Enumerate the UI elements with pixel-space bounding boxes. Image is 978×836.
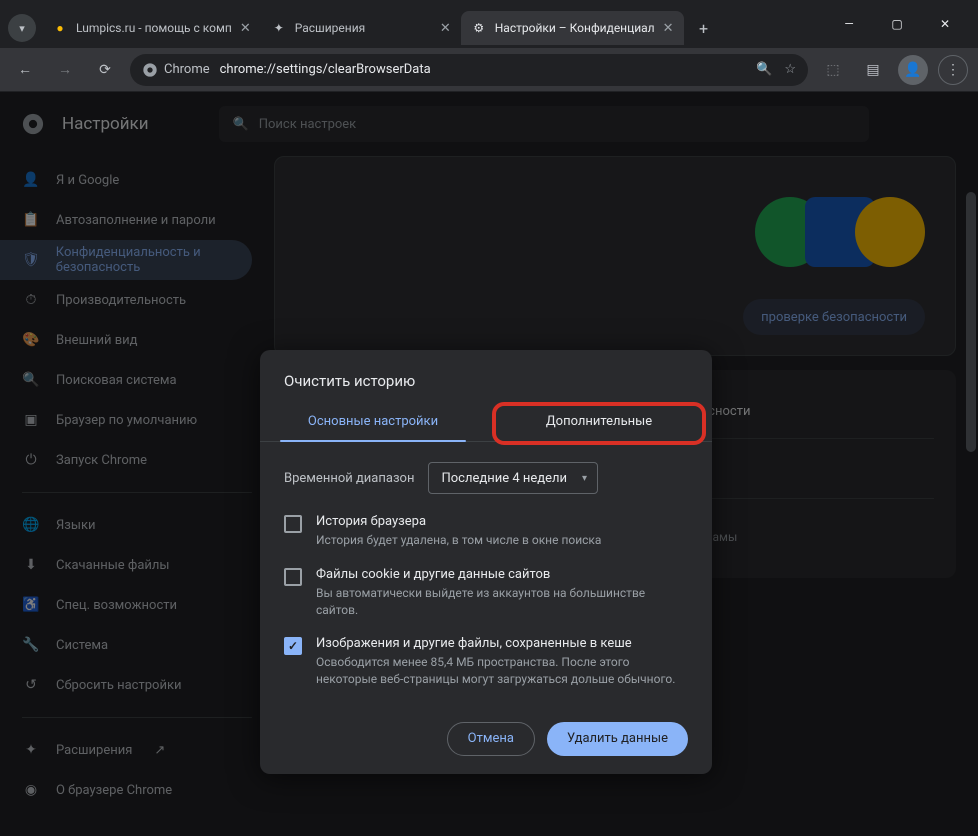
- tab-search-button[interactable]: ▾: [8, 14, 36, 42]
- site-chip-label: Chrome: [164, 62, 210, 77]
- tab-basic[interactable]: Основные настройки: [260, 404, 486, 441]
- cancel-button[interactable]: Отмена: [447, 722, 535, 756]
- tab-advanced[interactable]: Дополнительные: [486, 404, 712, 441]
- option-subtitle: Освободится менее 85,4 МБ пространства. …: [316, 654, 688, 688]
- delete-data-button[interactable]: Удалить данные: [547, 722, 688, 756]
- tab-extensions[interactable]: ✦ Расширения ✕: [261, 11, 461, 45]
- favicon-lumpics-icon: ●: [52, 20, 68, 36]
- chrome-icon: [142, 62, 158, 78]
- tab-close-icon[interactable]: ✕: [240, 21, 251, 36]
- checkbox[interactable]: [284, 637, 302, 655]
- option-title: Изображения и другие файлы, сохраненные …: [316, 636, 688, 651]
- tab-settings[interactable]: ⚙ Настройки – Конфиденциал ✕: [461, 11, 684, 45]
- clear-data-dialog: Очистить историю Основные настройки Допо…: [260, 350, 712, 774]
- time-range-label: Временной диапазон: [284, 471, 414, 486]
- tab-title: Lumpics.ru - помощь с комп: [76, 21, 232, 35]
- option-subtitle: Вы автоматически выйдете из аккаунтов на…: [316, 585, 688, 619]
- time-range-row: Временной диапазон Последние 4 недели: [284, 462, 688, 494]
- highlight-annotation: [492, 402, 706, 445]
- option-subtitle: История будет удалена, в том числе в окн…: [316, 532, 601, 549]
- tab-title: Расширения: [295, 21, 432, 35]
- reload-button[interactable]: ⟳: [90, 55, 120, 85]
- checkbox[interactable]: [284, 515, 302, 533]
- menu-button[interactable]: ⋮: [938, 55, 968, 85]
- favicon-ext-icon: ✦: [271, 20, 287, 36]
- dialog-tabs: Основные настройки Дополнительные: [260, 404, 712, 442]
- tab-close-icon[interactable]: ✕: [663, 21, 674, 36]
- favicon-settings-icon: ⚙: [471, 20, 487, 36]
- titlebar: ▾ ● Lumpics.ru - помощь с комп ✕ ✦ Расши…: [0, 0, 978, 48]
- address-bar[interactable]: Chrome chrome://settings/clearBrowserDat…: [130, 54, 808, 86]
- dialog-title: Очистить историю: [260, 350, 712, 404]
- checkbox-row-cache[interactable]: Изображения и другие файлы, сохраненные …: [284, 636, 688, 688]
- select-value: Последние 4 недели: [441, 471, 567, 486]
- window-controls: — ▢ ✕: [830, 9, 970, 39]
- back-button[interactable]: ←: [10, 55, 40, 85]
- checkbox[interactable]: [284, 568, 302, 586]
- bookmark-icon[interactable]: ☆: [784, 62, 796, 77]
- settings-page: Настройки 🔍 Поиск настроек 👤Я и Google 📋…: [0, 92, 978, 836]
- extensions-icon[interactable]: ⬚: [818, 55, 848, 85]
- tabs-row: ▾ ● Lumpics.ru - помощь с комп ✕ ✦ Расши…: [8, 3, 830, 45]
- time-range-select[interactable]: Последние 4 недели: [428, 462, 598, 494]
- tab-title: Настройки – Конфиденциал: [495, 21, 655, 35]
- minimize-button[interactable]: —: [830, 9, 868, 39]
- dialog-footer: Отмена Удалить данные: [260, 712, 712, 756]
- search-icon[interactable]: 🔍: [756, 62, 772, 77]
- option-title: История браузера: [316, 514, 601, 529]
- url-text: chrome://settings/clearBrowserData: [220, 62, 747, 77]
- tab-label: Основные настройки: [308, 414, 438, 429]
- new-tab-button[interactable]: +: [690, 14, 718, 42]
- browser-toolbar: ← → ⟳ Chrome chrome://settings/clearBrow…: [0, 48, 978, 92]
- side-panel-icon[interactable]: ▤: [858, 55, 888, 85]
- tab-lumpics[interactable]: ● Lumpics.ru - помощь с комп ✕: [42, 11, 261, 45]
- checkbox-row-cookies[interactable]: Файлы cookie и другие данные сайтов Вы ав…: [284, 567, 688, 619]
- close-window-button[interactable]: ✕: [926, 9, 964, 39]
- checkbox-row-history[interactable]: История браузера История будет удалена, в…: [284, 514, 688, 549]
- forward-button[interactable]: →: [50, 55, 80, 85]
- tab-close-icon[interactable]: ✕: [440, 21, 451, 36]
- option-title: Файлы cookie и другие данные сайтов: [316, 567, 688, 582]
- profile-avatar[interactable]: 👤: [898, 55, 928, 85]
- maximize-button[interactable]: ▢: [878, 9, 916, 39]
- site-chip[interactable]: Chrome: [142, 62, 210, 78]
